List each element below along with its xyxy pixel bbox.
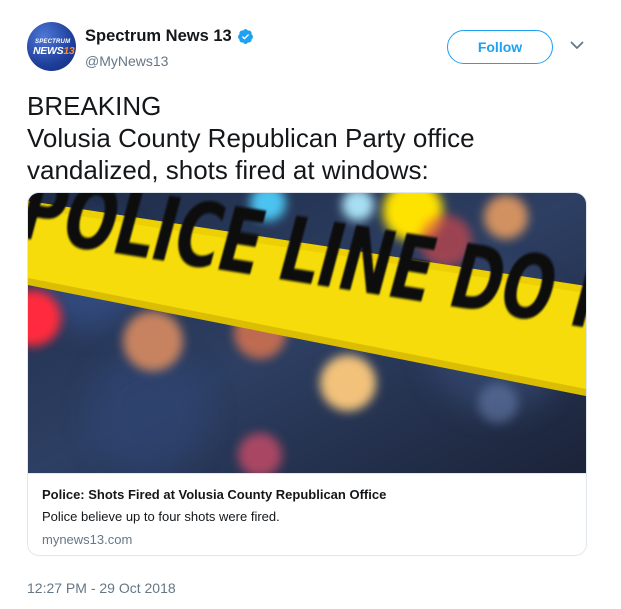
display-name[interactable]: Spectrum News 13 [85,27,232,46]
avatar-main-text: NEWS [33,45,64,57]
card-image[interactable]: POLICE LINE DO NOT CRO [28,193,586,473]
card-domain[interactable]: mynews13.com [42,532,132,547]
handle[interactable]: @MyNews13 [85,53,168,69]
avatar-logo-text: NEWS13 [33,45,75,57]
card-description: Police believe up to four shots were fir… [42,509,280,524]
verified-badge-icon [237,29,253,44]
chevron-down-icon[interactable] [570,41,584,50]
author-name-row[interactable]: Spectrum News 13 [85,27,254,46]
tweet-text: BREAKING Volusia County Republican Party… [27,91,475,185]
card-body[interactable]: Police: Shots Fired at Volusia County Re… [28,473,586,555]
avatar[interactable]: SPECTRUM NEWS13 [27,22,76,71]
avatar-num-text: 13 [63,45,75,57]
link-card[interactable]: POLICE LINE DO NOT CRO Police: Shots Fir… [27,192,587,556]
timestamp[interactable]: 12:27 PM - 29 Oct 2018 [27,580,176,596]
card-title[interactable]: Police: Shots Fired at Volusia County Re… [42,487,386,502]
follow-button[interactable]: Follow [447,30,553,64]
